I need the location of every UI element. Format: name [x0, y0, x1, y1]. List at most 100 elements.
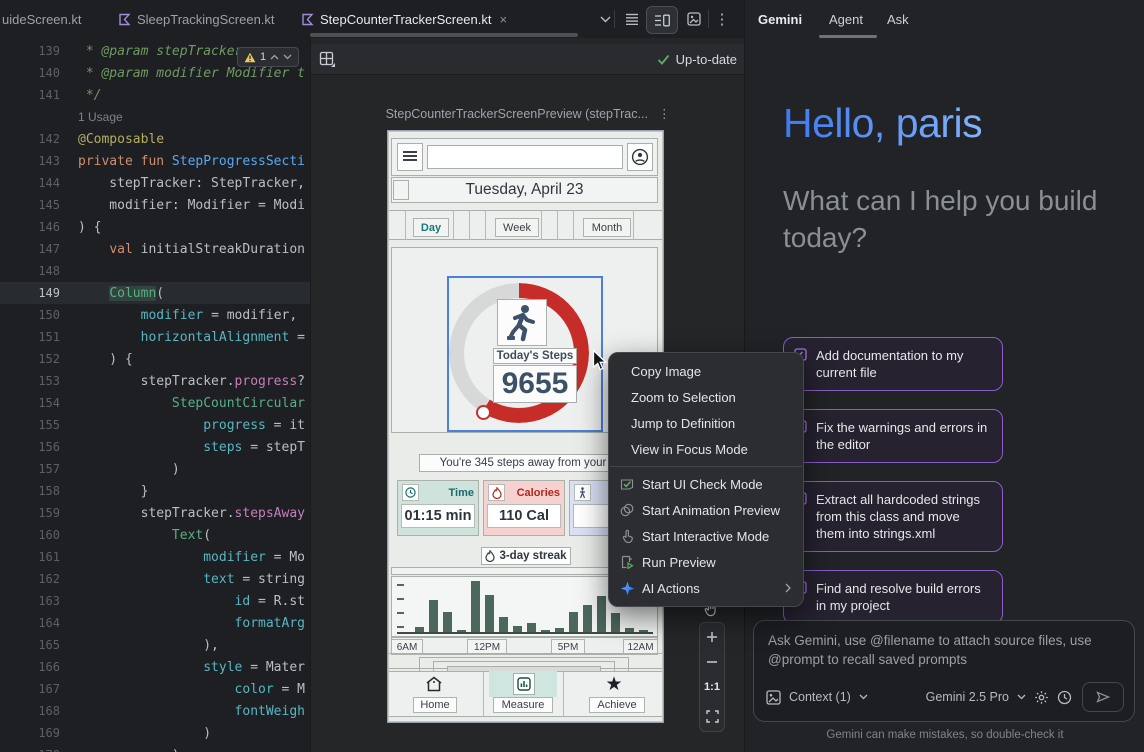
code-line: 158 } — [0, 480, 310, 502]
subtitle-line1: What can I help you build — [783, 185, 1097, 217]
submenu-arrow-icon — [785, 583, 791, 593]
attach-image-icon[interactable] — [766, 690, 781, 705]
chart-bar — [429, 600, 438, 633]
context-selector[interactable]: Context (1) — [789, 690, 851, 704]
nav-label-achieve: Achieve — [589, 697, 645, 713]
line-number: 160 — [0, 528, 78, 542]
suggestion-card[interactable]: Find and resolve build errors in my proj… — [783, 570, 1003, 624]
search-field — [427, 145, 623, 169]
context-menu: Copy ImageZoom to SelectionJump to Defin… — [608, 352, 804, 607]
menu-item[interactable]: AI Actions — [609, 575, 803, 601]
up-to-date-label: Up-to-date — [676, 52, 737, 67]
code-editor[interactable]: 139 * @param stepTracker140 * @param mod… — [0, 38, 310, 752]
chart-bar — [597, 596, 606, 633]
line-number: 150 — [0, 308, 78, 322]
disclaimer-text: Gemini can make mistakes, so double-chec… — [745, 729, 1144, 741]
code-line: 150 modifier = modifier, — [0, 304, 310, 326]
ui-check-icon — [619, 476, 635, 492]
code-line: 162 text = string — [0, 568, 310, 590]
goal-text: You're 345 steps away from your — [440, 457, 607, 469]
list-view-icon[interactable] — [622, 7, 642, 31]
grid-view-icon[interactable] — [319, 51, 336, 68]
zoom-actual-size[interactable]: 1:1 — [704, 681, 720, 693]
menu-item[interactable]: Run Preview — [609, 549, 803, 575]
model-selector[interactable]: Gemini 2.5 Pro — [926, 690, 1009, 704]
code-line: 161 modifier = Mo — [0, 546, 310, 568]
steps-label-box: Today's Steps — [493, 348, 577, 364]
send-button[interactable] — [1082, 682, 1124, 712]
menu-item[interactable]: Zoom to Selection — [609, 384, 803, 410]
zoom-in-icon[interactable] — [706, 631, 718, 643]
measure-icon-box — [513, 673, 535, 695]
prev-warning-icon[interactable] — [270, 54, 279, 60]
menu-item[interactable]: Start Animation Preview — [609, 497, 803, 523]
flame-icon — [488, 484, 505, 501]
tab-agent[interactable]: Agent — [829, 12, 863, 27]
chevron-down-icon[interactable] — [596, 7, 614, 31]
history-icon[interactable] — [1057, 690, 1072, 705]
preview-image-icon[interactable] — [684, 7, 704, 31]
line-number: 144 — [0, 176, 78, 190]
line-number: 155 — [0, 418, 78, 432]
achieve-star-icon: ★ — [601, 673, 627, 695]
time-label: Time — [449, 487, 474, 499]
home-icon — [417, 673, 451, 695]
tab-ask[interactable]: Ask — [887, 12, 909, 27]
menu-item[interactable]: View in Focus Mode — [609, 436, 803, 462]
streak-label: 3-day streak — [499, 550, 566, 562]
suggestion-card[interactable]: Fix the warnings and errors in the edito… — [783, 409, 1003, 463]
more-options-icon[interactable]: ⋮ — [714, 7, 730, 31]
usage-inlay-row: 1 Usage — [0, 106, 310, 128]
greeting-text: Hello, paris — [783, 100, 982, 147]
calories-value: 110 Cal — [487, 504, 561, 528]
preview-more-icon[interactable]: ⋮ — [658, 107, 671, 121]
warning-icon — [244, 52, 256, 63]
tab-guidescreen[interactable]: uideScreen.kt — [2, 0, 82, 38]
close-icon[interactable]: × — [499, 12, 507, 27]
tab-label: uideScreen.kt — [2, 12, 82, 27]
chevron-down-icon[interactable] — [1017, 694, 1026, 700]
code-line: 147 val initialStreakDuration — [0, 238, 310, 260]
android-studio-window: { "tabbar": { "tabs": [ {"label": "uideS… — [0, 0, 1144, 752]
line-number: 141 — [0, 88, 78, 102]
menu-item[interactable]: Start Interactive Mode — [609, 523, 803, 549]
gemini-title: Gemini — [758, 12, 802, 27]
next-warning-icon[interactable] — [283, 54, 292, 60]
nav-label-measure: Measure — [493, 697, 553, 713]
gear-icon[interactable] — [1034, 690, 1049, 705]
check-icon — [657, 54, 670, 65]
zoom-out-icon[interactable] — [706, 660, 718, 664]
zoom-to-fit-icon[interactable] — [706, 710, 719, 723]
line-number: 151 — [0, 330, 78, 344]
code-line: 169 ) — [0, 722, 310, 744]
line-number: 167 — [0, 682, 78, 696]
date-text: Tuesday, April 23 — [465, 181, 583, 199]
suggestion-card[interactable]: Add documentation to my current file — [783, 337, 1003, 391]
line-number: 152 — [0, 352, 78, 366]
tab-scrollbar[interactable] — [310, 33, 578, 37]
menu-item[interactable]: Jump to Definition — [609, 410, 803, 436]
code-line: 145 modifier: Modifier = Modi — [0, 194, 310, 216]
mouse-cursor — [592, 349, 609, 372]
menu-item[interactable]: Copy Image — [609, 358, 803, 384]
menu-item[interactable]: Start UI Check Mode — [609, 471, 803, 497]
chevron-down-icon[interactable] — [859, 694, 868, 700]
chart-bar — [611, 613, 620, 633]
preview-title[interactable]: StepCounterTrackerScreenPreview (stepTra… — [311, 106, 745, 121]
gemini-input-box[interactable]: Context (1) Gemini 2.5 Pro — [753, 620, 1135, 722]
usage-inlay[interactable]: 1 Usage — [78, 110, 123, 124]
inspections-widget[interactable]: 1 — [237, 47, 299, 67]
prompt-input[interactable] — [766, 629, 1122, 685]
tab-sleeptrackingscreen[interactable]: SleepTrackingScreen.kt — [118, 0, 275, 38]
toolbar-divider — [708, 10, 709, 28]
code-line: 168 fontWeigh — [0, 700, 310, 722]
suggestion-card[interactable]: Extract all hardcoded strings from this … — [783, 481, 1003, 552]
measure-icon — [517, 677, 531, 691]
line-number: 143 — [0, 154, 78, 168]
code-line: 153 stepTracker.progress? — [0, 370, 310, 392]
runner-icon — [505, 304, 539, 342]
split-editor-preview-icon[interactable] — [646, 6, 678, 34]
streak-chip: 3-day streak — [481, 547, 571, 565]
date-header: Tuesday, April 23 — [391, 177, 658, 203]
line-number: 165 — [0, 638, 78, 652]
